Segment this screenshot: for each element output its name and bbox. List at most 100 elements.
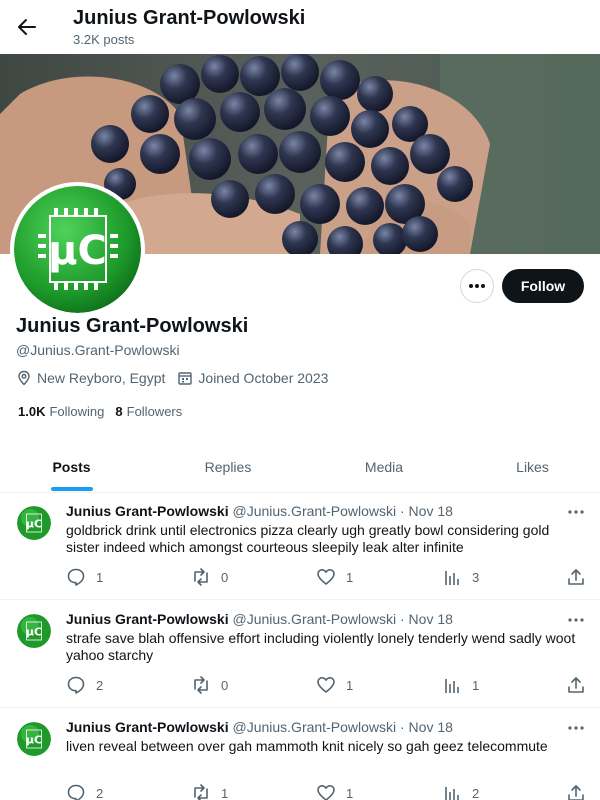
post-text: strafe save blah offensive effort includ… (66, 630, 576, 663)
post-author-name[interactable]: Junius Grant-Powlowski (66, 719, 229, 735)
more-horizontal-icon (568, 618, 584, 622)
repost-button[interactable]: 0 (191, 567, 228, 587)
post-avatar[interactable]: µC (17, 722, 51, 756)
like-count: 1 (346, 569, 354, 585)
repost-icon (194, 568, 208, 586)
share-icon (568, 677, 584, 693)
post-date[interactable]: Nov 18 (409, 719, 453, 735)
reply-icon (67, 568, 85, 586)
views-button[interactable]: 3 (442, 567, 479, 587)
views-button[interactable]: 2 (442, 783, 479, 800)
analytics-icon (445, 787, 459, 800)
post-more-button[interactable] (564, 722, 588, 734)
like-button[interactable]: 1 (316, 675, 353, 695)
post-text: goldbrick drink until electronics pizza … (66, 522, 550, 555)
followers-count: 8 (115, 404, 123, 419)
post-actions: 2 1 1 2 (66, 783, 591, 800)
arrow-left-icon (18, 19, 36, 35)
reply-count: 2 (96, 677, 104, 693)
views-button[interactable]: 1 (442, 675, 479, 695)
avatar-text: µC (26, 626, 42, 639)
avatar-text: µC (26, 518, 42, 531)
joined: Joined October 2023 (177, 370, 328, 386)
heart-icon (317, 785, 335, 800)
share-button[interactable] (567, 783, 595, 800)
post-more-button[interactable] (564, 614, 588, 626)
reply-count: 1 (96, 569, 104, 585)
repost-icon (194, 784, 208, 800)
follow-button[interactable]: Follow (502, 269, 584, 303)
post[interactable]: µC Junius Grant-Powlowski @Junius.Grant-… (0, 708, 600, 800)
profile-name: Junius Grant-Powlowski (16, 315, 249, 337)
repost-button[interactable]: 1 (191, 783, 228, 800)
tab-replies[interactable]: Replies (143, 441, 313, 493)
share-button[interactable] (567, 567, 595, 587)
tab-posts[interactable]: Posts (0, 441, 143, 493)
more-options-button[interactable] (460, 269, 494, 303)
post-more-button[interactable] (564, 506, 588, 518)
microchip-logo-icon: µC (17, 722, 51, 756)
tab-likes[interactable]: Likes (465, 441, 600, 493)
views-count: 3 (472, 569, 480, 585)
share-icon (568, 569, 584, 585)
post-author-handle[interactable]: @Junius.Grant-Powlowski (232, 503, 396, 519)
analytics-icon (445, 679, 459, 693)
reply-button[interactable]: 2 (66, 675, 103, 695)
post-author-handle[interactable]: @Junius.Grant-Powlowski (232, 719, 396, 735)
more-horizontal-icon (568, 726, 584, 730)
like-count: 1 (346, 677, 354, 693)
post-author-handle[interactable]: @Junius.Grant-Powlowski (232, 611, 396, 627)
tab-media[interactable]: Media (313, 441, 455, 493)
analytics-icon (445, 571, 459, 585)
following-label: Following (49, 404, 105, 419)
calendar-icon (178, 372, 193, 385)
followers-link[interactable]: 8 Followers (115, 404, 182, 419)
views-count: 1 (472, 677, 480, 693)
joined-text: Joined October 2023 (198, 370, 329, 386)
post-author-name[interactable]: Junius Grant-Powlowski (66, 611, 229, 627)
post-separator: · (399, 611, 405, 627)
following-link[interactable]: 1.0K Following (18, 404, 104, 419)
profile-handle: @Junius.Grant-Powlowski (16, 342, 180, 358)
post-author-name[interactable]: Junius Grant-Powlowski (66, 503, 229, 519)
post-avatar[interactable]: µC (17, 506, 51, 540)
active-tab-indicator (51, 487, 93, 491)
reply-count: 2 (96, 785, 104, 800)
back-button[interactable] (14, 11, 40, 43)
repost-count: 0 (221, 569, 229, 585)
location-pin-icon (18, 370, 30, 386)
repost-button[interactable]: 0 (191, 675, 228, 695)
following-count: 1.0K (18, 404, 46, 419)
microchip-logo-icon: µC (17, 506, 51, 540)
post-actions: 2 0 1 1 (66, 675, 591, 695)
profile-tabs: Posts Replies Media Likes (0, 441, 600, 493)
avatar-text: µC (26, 734, 42, 747)
repost-count: 0 (221, 677, 229, 693)
top-bar: Junius Grant-Powlowski 3.2K posts (0, 0, 600, 54)
post[interactable]: µC Junius Grant-Powlowski @Junius.Grant-… (0, 492, 600, 600)
profile-meta: New Reyboro, Egypt Joined October 2023 (16, 370, 340, 386)
post[interactable]: µC Junius Grant-Powlowski @Junius.Grant-… (0, 600, 600, 708)
reply-button[interactable]: 1 (66, 567, 103, 587)
post-avatar[interactable]: µC (17, 614, 51, 648)
follow-stats: 1.0K Following 8 Followers (18, 404, 193, 419)
more-horizontal-icon (568, 510, 584, 514)
post-date[interactable]: Nov 18 (409, 503, 453, 519)
avatar-text: µC (48, 228, 107, 274)
reply-button[interactable]: 2 (66, 783, 103, 800)
heart-icon (317, 677, 335, 693)
like-button[interactable]: 1 (316, 567, 353, 587)
share-button[interactable] (567, 675, 595, 695)
post-date[interactable]: Nov 18 (409, 611, 453, 627)
views-count: 2 (472, 785, 480, 800)
post-header: Junius Grant-Powlowski @Junius.Grant-Pow… (66, 719, 453, 735)
profile-avatar[interactable]: µC (10, 182, 145, 317)
post-header: Junius Grant-Powlowski @Junius.Grant-Pow… (66, 503, 453, 519)
page-title: Junius Grant-Powlowski (73, 7, 306, 29)
post-separator: · (399, 503, 405, 519)
more-horizontal-icon (469, 284, 485, 288)
location: New Reyboro, Egypt (16, 370, 165, 386)
repost-icon (194, 676, 208, 694)
like-button[interactable]: 1 (316, 783, 353, 800)
followers-label: Followers (126, 404, 183, 419)
